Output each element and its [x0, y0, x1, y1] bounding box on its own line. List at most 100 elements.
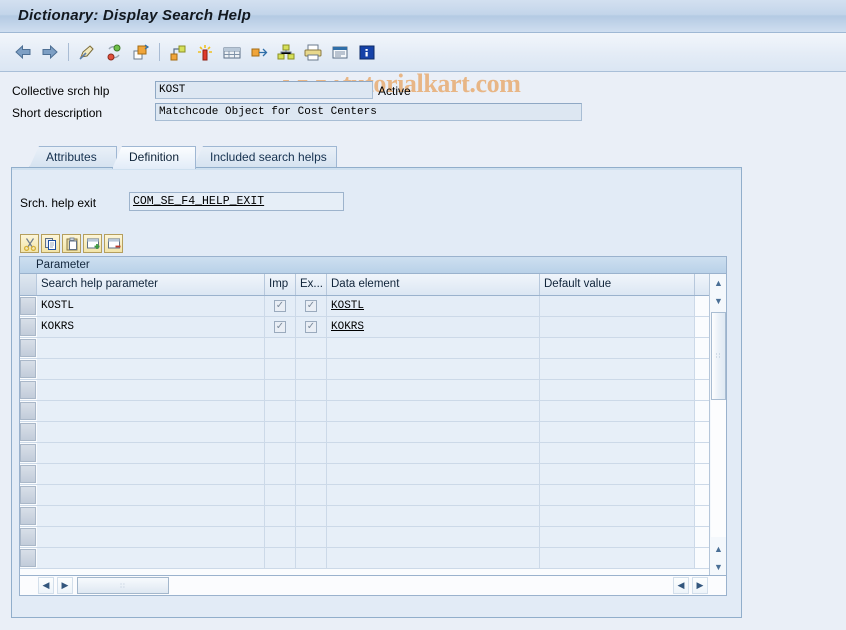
- row-selector-button[interactable]: [20, 297, 36, 315]
- table-row[interactable]: KOSTL ✓ ✓ KOSTL: [20, 296, 726, 317]
- table-row[interactable]: [20, 401, 726, 422]
- table-row[interactable]: [20, 548, 726, 569]
- cell-exp[interactable]: [296, 422, 327, 442]
- scrollbar-track-vertical[interactable]: [711, 400, 726, 537]
- delete-row-icon[interactable]: [104, 234, 123, 253]
- cell-default-value[interactable]: [540, 548, 695, 568]
- cell-imp[interactable]: [265, 422, 296, 442]
- generate-icon[interactable]: [194, 41, 216, 63]
- scroll-left-icon[interactable]: ◀: [38, 577, 54, 594]
- scroll-page-right-icon[interactable]: ▶: [692, 577, 708, 594]
- cell-imp[interactable]: [265, 485, 296, 505]
- cell-default-value[interactable]: [540, 443, 695, 463]
- documentation-icon[interactable]: [329, 41, 351, 63]
- cell-data-element[interactable]: [327, 527, 540, 547]
- cell-imp[interactable]: ✓: [265, 317, 296, 337]
- cell-data-element[interactable]: [327, 380, 540, 400]
- cell-imp[interactable]: [265, 380, 296, 400]
- short-description-input[interactable]: [155, 103, 582, 121]
- row-selector-button[interactable]: [20, 339, 36, 357]
- cell-default-value[interactable]: [540, 317, 695, 337]
- cell-imp[interactable]: [265, 443, 296, 463]
- cell-default-value[interactable]: [540, 401, 695, 421]
- row-selector-button[interactable]: [20, 507, 36, 525]
- cell-search-help-parameter[interactable]: [37, 443, 265, 463]
- column-header-exp[interactable]: Ex...: [296, 274, 327, 295]
- scrollbar-thumb-vertical[interactable]: ∷: [711, 312, 726, 400]
- cell-default-value[interactable]: [540, 506, 695, 526]
- cell-search-help-parameter[interactable]: [37, 380, 265, 400]
- checkbox-imp[interactable]: ✓: [274, 300, 286, 312]
- table-row[interactable]: [20, 527, 726, 548]
- table-row[interactable]: [20, 485, 726, 506]
- back-icon[interactable]: [12, 41, 34, 63]
- scroll-page-up-icon[interactable]: ▲: [711, 541, 726, 556]
- row-selector-button[interactable]: [20, 444, 36, 462]
- scroll-up-icon[interactable]: ▲: [711, 275, 726, 290]
- other-object-icon[interactable]: [130, 41, 152, 63]
- row-selector-button[interactable]: [20, 486, 36, 504]
- grid-vertical-scrollbar[interactable]: ▲ ▼ ∷ ▲ ▼: [709, 274, 726, 575]
- cell-data-element[interactable]: [327, 548, 540, 568]
- cell-data-element[interactable]: [327, 359, 540, 379]
- cell-default-value[interactable]: [540, 359, 695, 379]
- cell-exp[interactable]: [296, 548, 327, 568]
- scroll-page-left-icon[interactable]: ◀: [673, 577, 689, 594]
- scroll-right-icon[interactable]: ▶: [57, 577, 73, 594]
- table-row[interactable]: [20, 359, 726, 380]
- cell-imp[interactable]: [265, 464, 296, 484]
- cell-exp[interactable]: [296, 380, 327, 400]
- column-header-imp[interactable]: Imp: [265, 274, 296, 295]
- row-selector-button[interactable]: [20, 528, 36, 546]
- row-selector-button[interactable]: [20, 423, 36, 441]
- column-header-data-element[interactable]: Data element: [327, 274, 540, 295]
- network-icon[interactable]: [275, 41, 297, 63]
- cell-default-value[interactable]: [540, 485, 695, 505]
- row-selector-button[interactable]: [20, 318, 36, 336]
- display-change-icon[interactable]: [76, 41, 98, 63]
- cell-search-help-parameter[interactable]: [37, 527, 265, 547]
- cell-search-help-parameter[interactable]: [37, 401, 265, 421]
- grid-select-all-corner[interactable]: [20, 274, 37, 295]
- row-selector-button[interactable]: [20, 402, 36, 420]
- cell-imp[interactable]: [265, 506, 296, 526]
- paste-icon[interactable]: [62, 234, 81, 253]
- scroll-down-icon[interactable]: ▼: [711, 293, 726, 308]
- row-selector-button[interactable]: [20, 360, 36, 378]
- cell-default-value[interactable]: [540, 422, 695, 442]
- cell-exp[interactable]: ✓: [296, 317, 327, 337]
- cell-data-element[interactable]: [327, 506, 540, 526]
- copy-icon[interactable]: [41, 234, 60, 253]
- table-row[interactable]: [20, 380, 726, 401]
- cell-exp[interactable]: [296, 527, 327, 547]
- insert-row-icon[interactable]: [83, 234, 102, 253]
- cell-search-help-parameter[interactable]: [37, 338, 265, 358]
- scrollbar-thumb-horizontal[interactable]: ∷: [77, 577, 169, 594]
- table-row[interactable]: [20, 422, 726, 443]
- collective-search-help-input[interactable]: [155, 81, 373, 99]
- cell-exp[interactable]: [296, 359, 327, 379]
- table-row[interactable]: KOKRS ✓ ✓ KOKRS: [20, 317, 726, 338]
- cell-exp[interactable]: [296, 338, 327, 358]
- cell-exp[interactable]: [296, 485, 327, 505]
- cell-search-help-parameter[interactable]: [37, 464, 265, 484]
- cell-exp[interactable]: ✓: [296, 296, 327, 316]
- cell-exp[interactable]: [296, 464, 327, 484]
- cell-data-element[interactable]: KOSTL: [327, 296, 540, 316]
- cell-data-element[interactable]: [327, 464, 540, 484]
- column-header-search-help-parameter[interactable]: Search help parameter: [37, 274, 265, 295]
- hierarchy-icon[interactable]: [167, 41, 189, 63]
- cell-exp[interactable]: [296, 506, 327, 526]
- search-help-exit-input[interactable]: [129, 192, 344, 211]
- cell-data-element[interactable]: KOKRS: [327, 317, 540, 337]
- cell-data-element[interactable]: [327, 422, 540, 442]
- table-row[interactable]: [20, 443, 726, 464]
- cell-imp[interactable]: [265, 338, 296, 358]
- row-selector-button[interactable]: [20, 465, 36, 483]
- cell-imp[interactable]: ✓: [265, 296, 296, 316]
- tab-definition[interactable]: Definition: [112, 146, 196, 169]
- cell-imp[interactable]: [265, 527, 296, 547]
- cell-imp[interactable]: [265, 401, 296, 421]
- where-used-icon[interactable]: [248, 41, 270, 63]
- table-row[interactable]: [20, 338, 726, 359]
